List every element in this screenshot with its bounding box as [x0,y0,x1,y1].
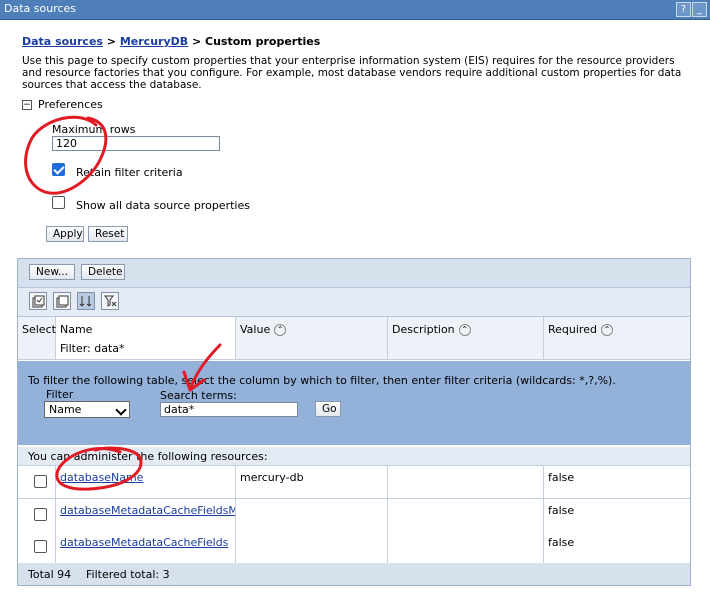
value-header-label: Value [240,323,271,336]
select-cell [18,531,56,563]
property-required: false [548,504,575,517]
help-icon[interactable]: ? [676,2,691,17]
description-cell [388,499,544,531]
name-cell: databaseMetadataCacheFields [56,531,236,563]
max-rows-input[interactable]: 120 [52,136,220,151]
table-row: databaseName mercury-db false [18,466,690,499]
required-cell: false [544,531,690,563]
name-cell: databaseMetadataCacheFieldsMiB [56,499,236,531]
description-cell [388,466,544,498]
description-header-label: Description [392,323,455,336]
property-required: false [548,536,575,549]
filter-column-select[interactable]: Name [44,401,130,418]
select-header-label: Select [22,323,56,336]
property-name-link[interactable]: databaseMetadataCacheFieldsMiB [60,504,235,517]
value-cell [236,531,388,563]
filter-instructions: To filter the following table, select th… [28,374,616,387]
go-button[interactable]: Go [315,401,341,417]
sort-icon[interactable]: ⌃ [274,324,287,336]
resources-table-panel: New... Delete Select Name Filter: data* … [17,258,691,586]
select-column-header: Select [18,317,56,360]
select-cell [18,499,56,531]
filter-column-value: Name [49,403,82,416]
property-value: mercury-db [240,471,304,484]
show-all-properties-checkbox[interactable] [52,196,65,209]
required-header-label: Required [548,323,597,336]
select-cell [18,466,56,498]
search-terms-label: Search terms: [160,389,237,402]
resources-note-row: You can administer the following resourc… [18,447,690,466]
required-cell: false [544,499,690,531]
show-filter-icon[interactable] [77,292,95,310]
breadcrumb-data-sources-link[interactable]: Data sources [22,35,103,48]
description-column-header[interactable]: Description ⌃ [388,317,544,360]
filtered-total-count: Filtered total: 3 [86,568,170,581]
row-select-checkbox[interactable] [34,475,47,488]
property-required: false [548,471,575,484]
deselect-all-icon[interactable] [53,292,71,310]
table-footer: Total 94 Filtered total: 3 [18,563,690,585]
name-cell: databaseName [56,466,236,498]
breadcrumb-mercurydb-link[interactable]: MercuryDB [120,35,188,48]
filter-note: Filter: data* [60,342,125,355]
row-select-checkbox[interactable] [34,540,47,553]
select-all-icon[interactable] [29,292,47,310]
preferences-label: Preferences [38,98,103,111]
show-all-properties-label: Show all data source properties [76,199,250,212]
retain-filter-label: Retain filter criteria [76,166,183,179]
clear-filter-icon[interactable] [101,292,119,310]
sort-icon[interactable]: ⌃ [600,324,613,336]
page-description: Use this page to specify custom properti… [22,55,682,91]
property-name-link[interactable]: databaseName [60,471,143,484]
filter-label: Filter [46,388,74,401]
value-cell [236,499,388,531]
window-title: Data sources [4,2,77,15]
window-titlebar: Data sources ? _ [0,0,710,20]
sort-icon[interactable]: ⌃ [458,324,471,336]
name-column-header[interactable]: Name Filter: data* [56,317,236,360]
table-row: databaseMetadataCacheFields false [18,531,690,564]
table-row: databaseMetadataCacheFieldsMiB false [18,499,690,532]
minimize-button[interactable]: _ [692,2,707,17]
filter-panel: To filter the following table, select th… [18,361,690,445]
breadcrumb-current: Custom properties [205,35,321,48]
breadcrumb-separator: > [188,35,206,48]
retain-filter-checkbox[interactable] [52,163,65,176]
row-select-checkbox[interactable] [34,508,47,521]
value-column-header[interactable]: Value ⌃ [236,317,388,360]
name-header-label: Name [60,323,93,336]
value-cell: mercury-db [236,466,388,498]
property-name-link[interactable]: databaseMetadataCacheFields [60,536,228,549]
breadcrumb: Data sources > MercuryDB > Custom proper… [22,35,320,48]
apply-button[interactable]: Apply [46,226,84,242]
chevron-down-icon [115,404,127,416]
required-cell: false [544,466,690,498]
new-button[interactable]: New... [29,264,75,280]
max-rows-label: Maximum rows [52,123,136,136]
table-action-toolbar: New... Delete [18,259,690,288]
description-cell [388,531,544,563]
reset-button[interactable]: Reset [88,226,128,242]
delete-button[interactable]: Delete [81,264,125,280]
breadcrumb-separator: > [102,35,120,48]
total-count: Total 94 [28,568,72,581]
table-icon-toolbar [18,288,690,317]
search-terms-input[interactable]: data* [160,402,298,417]
required-column-header[interactable]: Required ⌃ [544,317,690,360]
resources-note: You can administer the following resourc… [28,450,268,463]
collapse-preferences-icon[interactable]: − [22,100,32,110]
